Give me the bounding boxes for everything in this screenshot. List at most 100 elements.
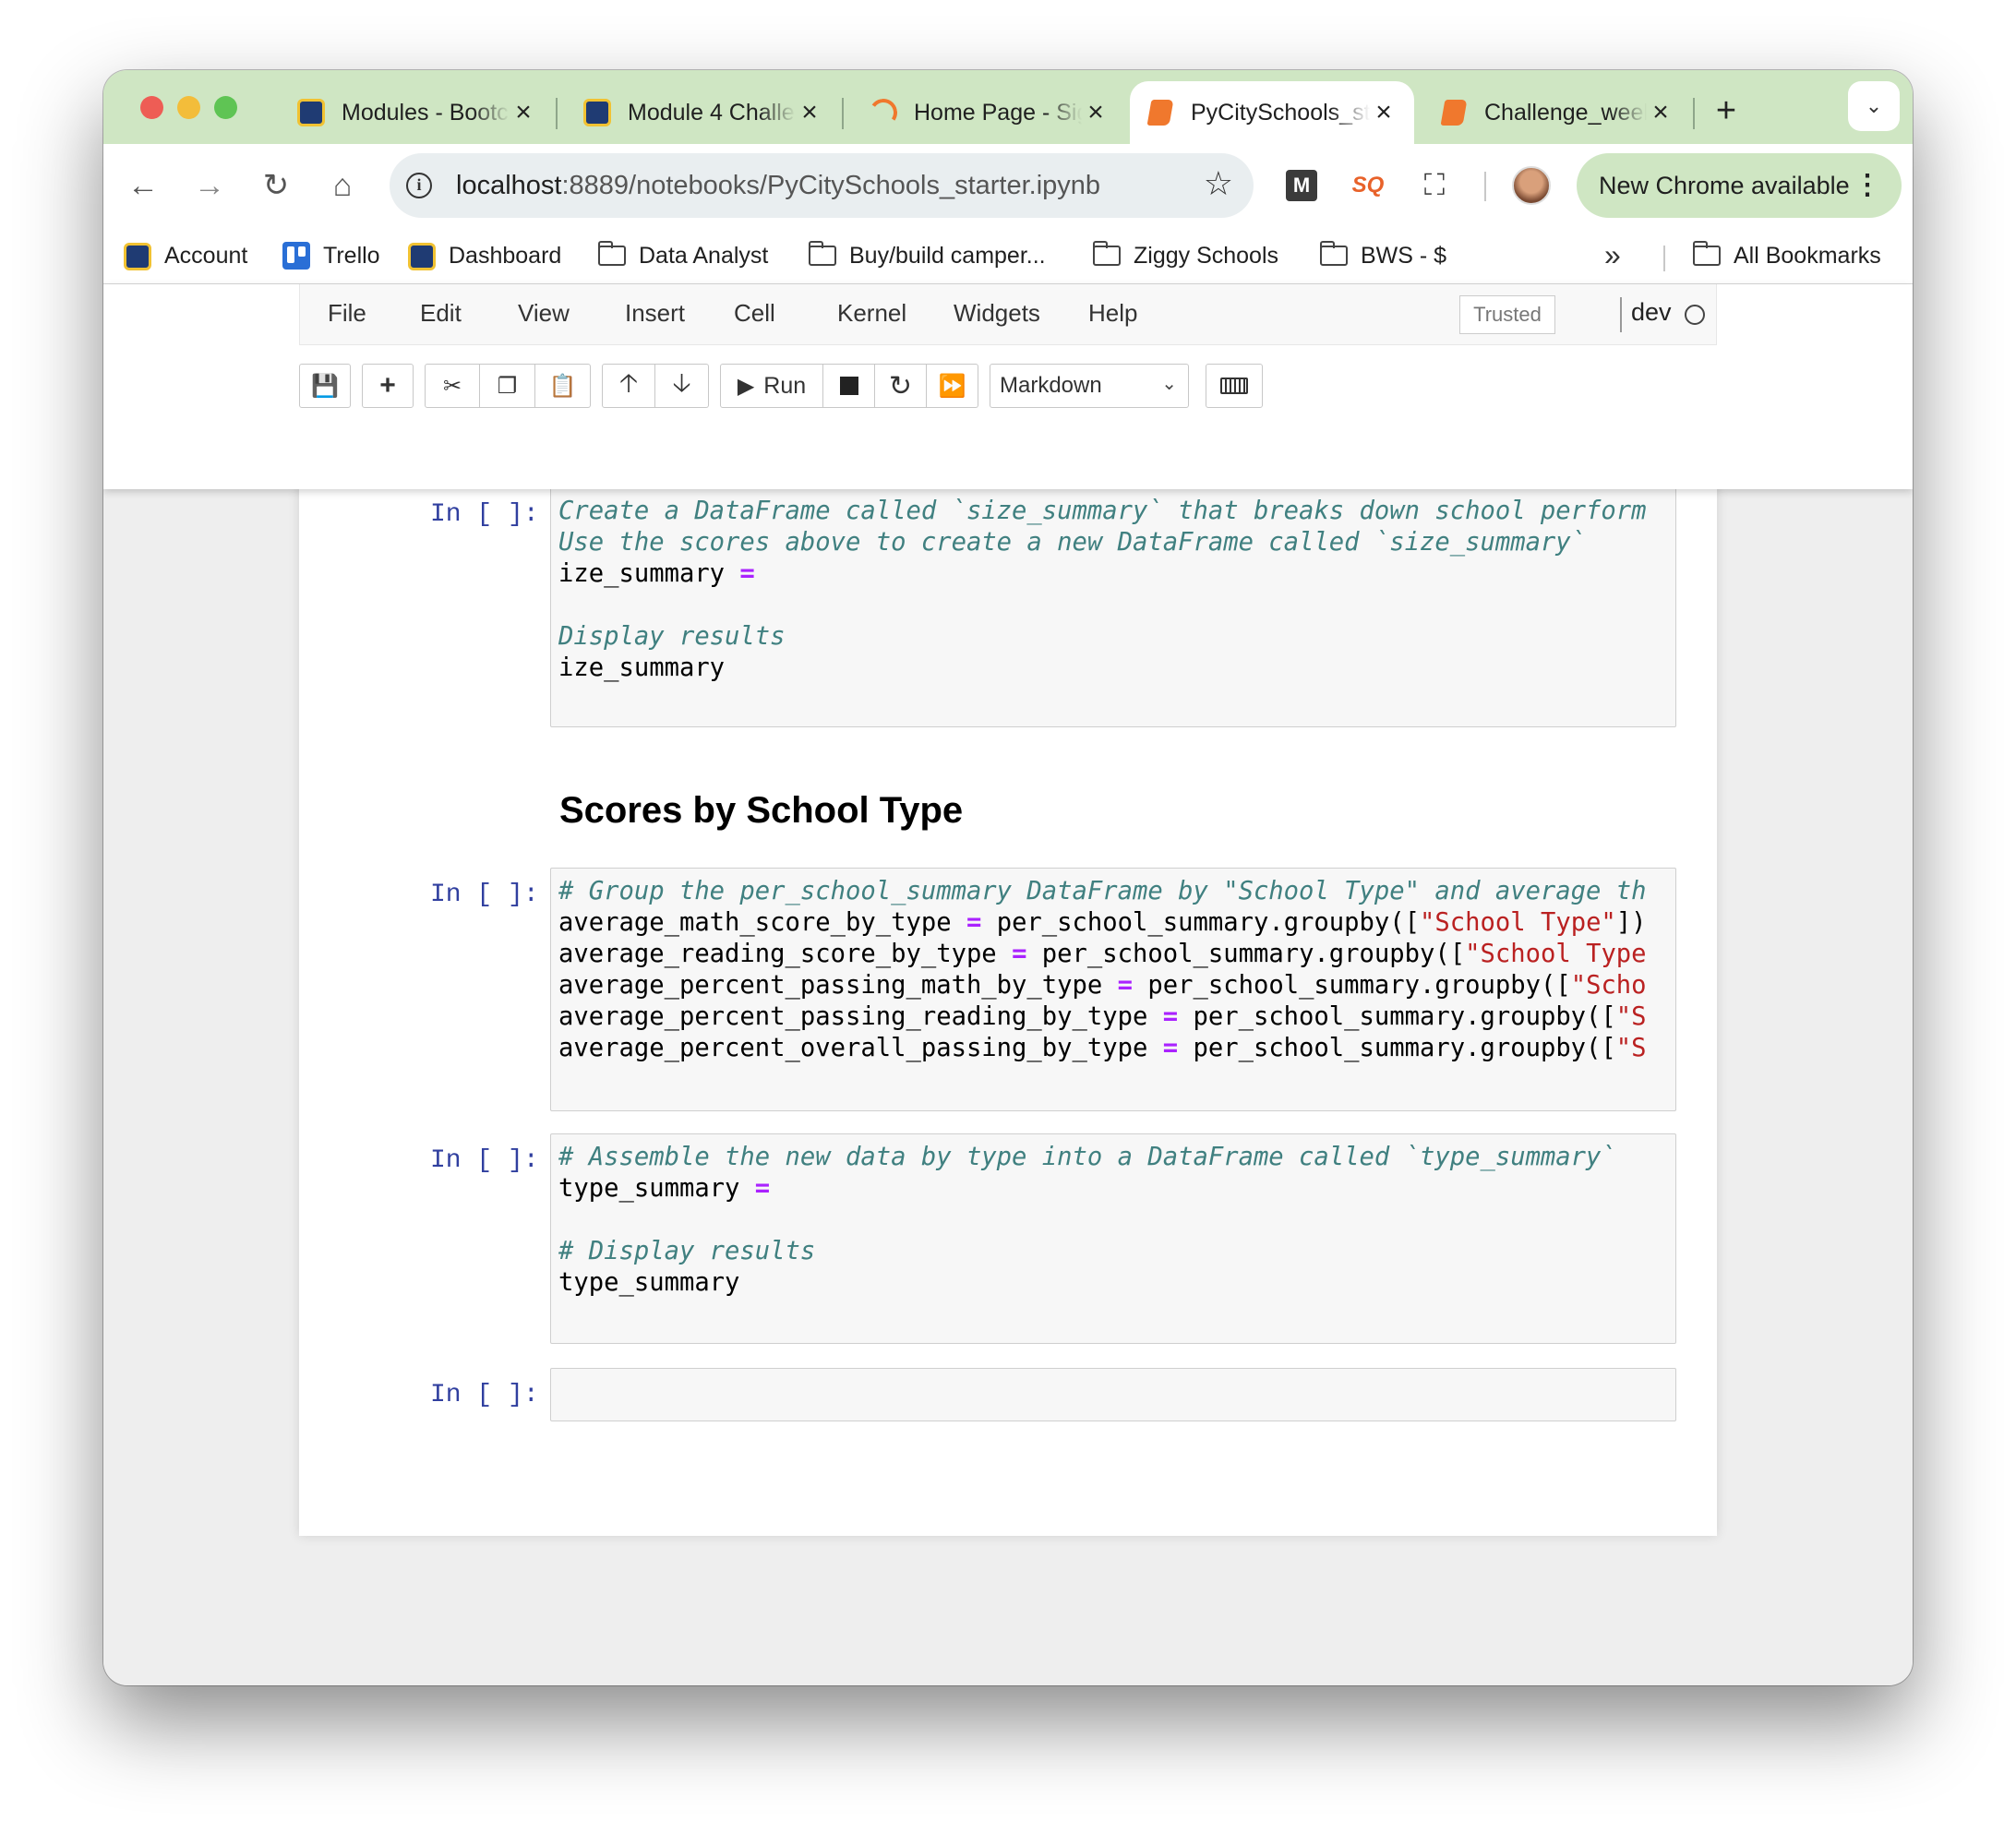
trusted-indicator[interactable]: Trusted: [1459, 295, 1555, 334]
cell-type-select[interactable]: Markdown ⌄: [990, 364, 1189, 408]
code-cell-input[interactable]: Create a DataFrame called `size_summary`…: [550, 487, 1676, 727]
jupyter-menubar: File Edit View Insert Cell Kernel Widget…: [299, 284, 1717, 345]
tab-pycityschools[interactable]: PyCitySchools_starter ×: [1130, 81, 1414, 144]
move-up-button[interactable]: 🡡: [602, 364, 655, 408]
tab-divider: [842, 98, 844, 129]
reload-button[interactable]: ↻: [253, 162, 299, 209]
close-icon[interactable]: ×: [1647, 99, 1674, 126]
bookmark-account[interactable]: Account: [124, 234, 247, 277]
menu-view[interactable]: View: [518, 299, 570, 328]
profile-avatar[interactable]: [1512, 166, 1551, 205]
chevron-down-icon: ⌄: [1161, 374, 1177, 394]
code-line: # Assemble the new data by type into a D…: [558, 1142, 1675, 1173]
menu-cell[interactable]: Cell: [734, 299, 775, 328]
calendar-icon: [408, 243, 436, 270]
kernel-name[interactable]: dev: [1631, 298, 1672, 327]
menu-widgets[interactable]: Widgets: [954, 299, 1040, 328]
code-text: # Assemble the new data by type into a D…: [551, 1134, 1675, 1299]
code-cell-input-empty[interactable]: [550, 1368, 1676, 1421]
forward-button[interactable]: →: [186, 162, 233, 209]
new-tab-button[interactable]: +: [1704, 89, 1748, 133]
extension-m-button[interactable]: M: [1281, 165, 1322, 206]
bookmarks-divider: [1663, 246, 1665, 271]
menu-file[interactable]: File: [328, 299, 366, 328]
tab-home-page[interactable]: Home Page - Sign In ×: [853, 81, 1126, 144]
url-text[interactable]: localhost:8889/notebooks/PyCitySchools_s…: [456, 171, 1100, 201]
code-line: type_summary: [558, 1267, 1675, 1299]
menu-edit[interactable]: Edit: [420, 299, 462, 328]
code-token: =: [1162, 1034, 1179, 1062]
insert-cell-button[interactable]: +: [362, 364, 414, 408]
home-button[interactable]: ⌂: [319, 162, 366, 209]
code-token: "S: [1615, 1002, 1647, 1031]
code-token: per_school_summary.groupby([: [1178, 1034, 1616, 1062]
jupyter-header: File Edit View Insert Cell Kernel Widget…: [103, 284, 1913, 489]
play-icon: ▶: [737, 373, 755, 399]
code-token: type_summary: [558, 1174, 755, 1203]
bookmark-bws[interactable]: BWS - $: [1319, 234, 1446, 277]
run-button[interactable]: ▶ Run: [720, 364, 823, 408]
save-button[interactable]: 💾: [299, 364, 351, 408]
tab-modules[interactable]: Modules - Bootcamp ×: [281, 81, 554, 144]
window-close-button[interactable]: [140, 96, 163, 119]
code-line: Use the scores above to create a new Dat…: [558, 527, 1675, 558]
folder-icon: [1692, 241, 1721, 266]
folder-icon: [1092, 241, 1121, 266]
code-token: =: [739, 559, 755, 588]
interrupt-button[interactable]: [823, 364, 875, 408]
kebab-menu-icon[interactable]: ⋮: [1854, 168, 1881, 203]
code-token: average_percent_passing_math_by_type: [558, 971, 1118, 1000]
folder-icon: [1319, 241, 1348, 266]
all-bookmarks-label: All Bookmarks: [1734, 242, 1881, 269]
more-bookmarks-icon[interactable]: »: [1604, 238, 1621, 272]
site-info-icon[interactable]: i: [406, 173, 432, 198]
code-token: average_percent_overall_passing_by_type: [558, 1034, 1163, 1062]
menu-help[interactable]: Help: [1088, 299, 1137, 328]
close-icon[interactable]: ×: [796, 99, 823, 126]
menu-insert[interactable]: Insert: [625, 299, 685, 328]
code-cell-input[interactable]: # Group the per_school_summary DataFrame…: [550, 868, 1676, 1111]
arrow-down-icon: 🡣: [672, 368, 691, 397]
code-line: # Display results: [558, 1236, 1675, 1267]
close-icon[interactable]: ×: [1370, 99, 1398, 126]
back-button[interactable]: ←: [120, 162, 166, 209]
jupyter-book-icon: [1440, 99, 1468, 126]
window-zoom-button[interactable]: [214, 96, 237, 119]
code-cell-input[interactable]: # Assemble the new data by type into a D…: [550, 1133, 1676, 1344]
menu-kernel[interactable]: Kernel: [837, 299, 906, 328]
extensions-button[interactable]: ⛶: [1414, 165, 1455, 206]
tab-title: Home Page - Sign In: [914, 99, 1082, 126]
url-path: :8889/notebooks/PyCitySchools_starter.ip…: [561, 171, 1101, 200]
bookmark-ziggy-schools[interactable]: Ziggy Schools: [1092, 234, 1279, 277]
code-line: average_percent_passing_math_by_type = p…: [558, 970, 1675, 1001]
bookmark-data-analyst[interactable]: Data Analyst: [597, 234, 768, 277]
browser-window: Modules - Bootcamp × Module 4 Challenge …: [103, 70, 1913, 1685]
window-minimize-button[interactable]: [177, 96, 200, 119]
bookmark-trello[interactable]: Trello: [282, 234, 380, 277]
close-icon[interactable]: ×: [1082, 99, 1110, 126]
clipboard-icon: 📋: [548, 373, 577, 399]
move-down-button[interactable]: 🡣: [655, 364, 709, 408]
close-icon[interactable]: ×: [510, 99, 537, 126]
command-palette-button[interactable]: [1206, 364, 1263, 408]
tab-search-button[interactable]: ⌄: [1848, 81, 1900, 131]
all-bookmarks-button[interactable]: All Bookmarks: [1692, 234, 1881, 277]
copy-button[interactable]: ❐: [480, 364, 535, 408]
address-bar[interactable]: i localhost:8889/notebooks/PyCitySchools…: [390, 153, 1254, 218]
cut-button[interactable]: ✂: [425, 364, 480, 408]
code-token: average_reading_score_by_type: [558, 940, 1013, 968]
extension-sq-button[interactable]: SQ: [1348, 165, 1388, 206]
tab-challenge[interactable]: Challenge_week_4 ×: [1423, 81, 1691, 144]
code-line: average_percent_passing_reading_by_type …: [558, 1001, 1675, 1033]
bookmark-star-icon[interactable]: ☆: [1204, 164, 1233, 203]
chrome-update-button[interactable]: New Chrome available ⋮: [1577, 153, 1902, 218]
paste-button[interactable]: 📋: [535, 364, 591, 408]
restart-run-all-button[interactable]: ⏩: [927, 364, 978, 408]
bookmark-label: Ziggy Schools: [1134, 242, 1279, 269]
code-token: Display results: [558, 622, 786, 651]
tab-module-4[interactable]: Module 4 Challenge ×: [567, 81, 840, 144]
bookmark-dashboard[interactable]: Dashboard: [408, 234, 561, 277]
restart-button[interactable]: ↻: [875, 364, 927, 408]
bookmark-buy-build-camper[interactable]: Buy/build camper...: [808, 234, 1046, 277]
